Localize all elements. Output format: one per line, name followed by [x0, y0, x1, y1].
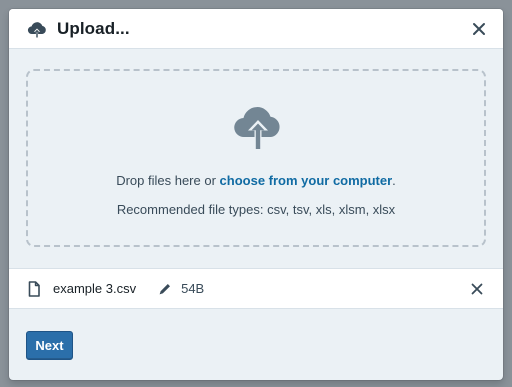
dialog-header: Upload... — [9, 9, 503, 49]
dialog-title: Upload... — [57, 18, 130, 38]
next-button[interactable]: Next — [26, 331, 73, 360]
file-list-item: example 3.csv 54B — [9, 268, 503, 309]
recommended-file-types: Recommended file types: csv, tsv, xls, x… — [116, 202, 396, 217]
close-dialog-button[interactable] — [467, 17, 491, 41]
close-icon — [473, 22, 485, 35]
drop-text-prefix: Drop files here or — [116, 173, 220, 188]
drop-instructions: Drop files here or choose from your comp… — [28, 173, 484, 188]
remove-file-button[interactable] — [467, 279, 487, 299]
pencil-icon[interactable] — [158, 282, 172, 296]
document-icon — [26, 280, 42, 297]
close-icon — [471, 283, 483, 294]
file-name: example 3.csv — [53, 281, 137, 296]
file-size: 54B — [181, 281, 205, 296]
cloud-upload-icon — [27, 19, 47, 39]
choose-file-link[interactable]: choose from your computer — [220, 173, 393, 188]
cloud-upload-icon — [233, 99, 283, 151]
drop-text-suffix: . — [392, 173, 396, 188]
file-dropzone[interactable]: Drop files here or choose from your comp… — [26, 69, 486, 247]
upload-dialog: Upload... Drop files here or choose from… — [9, 9, 503, 380]
